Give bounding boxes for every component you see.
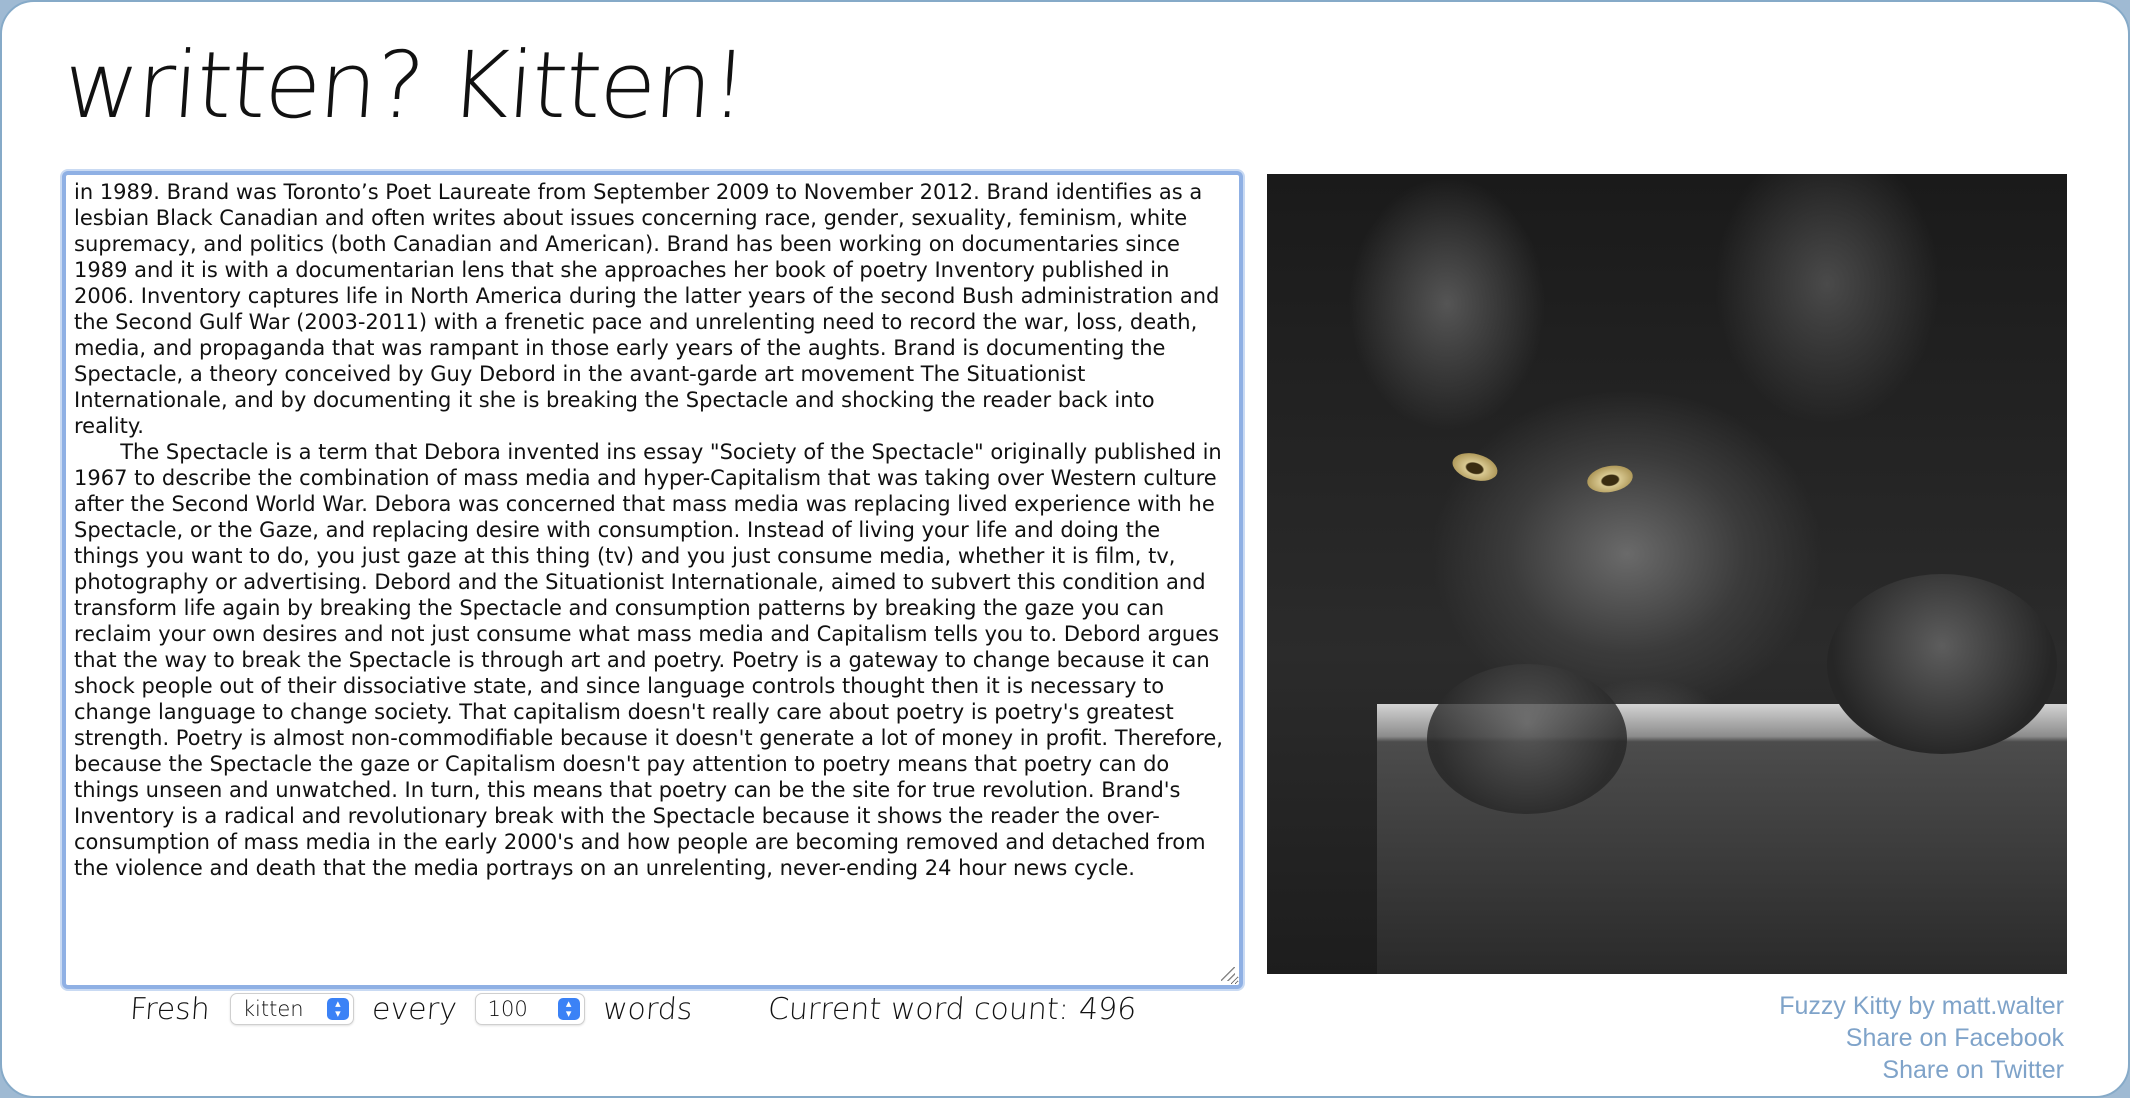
app-card: written? Kitten! in 1989. Brand was Toro… [0, 0, 2130, 1098]
interval-select[interactable]: 100 ▴ ▾ [474, 993, 585, 1025]
cat-eye-left [1449, 448, 1501, 486]
animal-select[interactable]: kitten ▴ ▾ [229, 993, 354, 1025]
app-title: written? Kitten! [60, 32, 750, 139]
refresh-controls: Fresh kitten ▴ ▾ every 100 ▴ ▾ words Curre… [128, 987, 1138, 1031]
select-chevron-icon: ▴ ▾ [557, 998, 580, 1020]
select-chevron-icon: ▴ ▾ [326, 998, 349, 1020]
every-label: every [370, 991, 458, 1027]
fresh-label: Fresh [128, 991, 212, 1027]
footer-links: Fuzzy Kitty by matt.walter Share on Face… [1779, 990, 2064, 1086]
essay-paragraph: in 1989. Brand was Toronto’s Poet Laurea… [74, 180, 1220, 438]
word-count-label: Current word count: [766, 991, 1070, 1027]
cat-paw-right [1827, 574, 2057, 754]
essay-textarea[interactable]: in 1989. Brand was Toronto’s Poet Laurea… [62, 171, 1243, 989]
cat-eye-right [1585, 462, 1635, 496]
animal-select-value: kitten [242, 997, 304, 1021]
share-twitter-link[interactable]: Share on Twitter [1779, 1054, 2064, 1086]
photo-credit-link[interactable]: Fuzzy Kitty by matt.walter [1779, 990, 2064, 1022]
word-count-value: 496 [1077, 991, 1138, 1027]
resize-handle[interactable] [1221, 967, 1235, 981]
essay-paragraph: The Spectacle is a term that Debora inve… [74, 440, 1223, 880]
share-facebook-link[interactable]: Share on Facebook [1779, 1022, 2064, 1054]
interval-select-value: 100 [487, 997, 528, 1021]
words-label: words [601, 991, 694, 1027]
kitten-photo [1267, 174, 2067, 974]
cat-paw-left [1427, 664, 1627, 814]
